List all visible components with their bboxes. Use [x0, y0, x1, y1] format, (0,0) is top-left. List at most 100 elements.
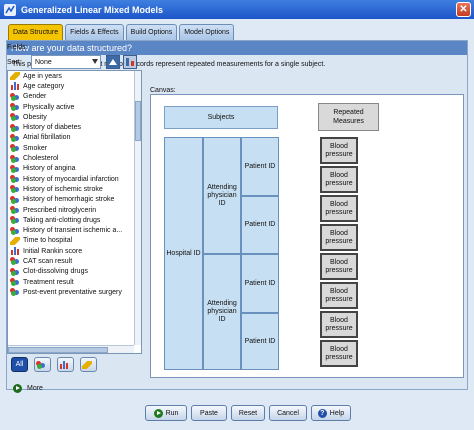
subject-physician-id[interactable]: Attending physician ID — [203, 254, 241, 370]
nominal-icon — [10, 257, 20, 266]
field-list-item[interactable]: Physically active — [8, 102, 141, 112]
sort-value: None — [35, 58, 52, 66]
field-label: History of transient ischemic a... — [23, 227, 123, 235]
nominal-icon — [10, 185, 20, 194]
fields-horizontal-scrollbar[interactable] — [8, 345, 134, 353]
repeated-measure-item[interactable]: Blood pressure — [320, 137, 358, 164]
ordinal-icon — [10, 82, 20, 91]
field-list-item[interactable]: Gender — [8, 92, 141, 102]
sort-label: Sort: — [7, 59, 22, 66]
sort-ascending-button[interactable] — [106, 55, 120, 69]
field-list-item[interactable]: History of hemorrhagic stroke — [8, 195, 141, 205]
tab-model-options[interactable]: Model Options — [179, 24, 235, 40]
subject-patient-id[interactable]: Patient ID — [241, 254, 279, 313]
run-button[interactable]: Run — [145, 405, 187, 421]
repeated-measure-item[interactable]: Blood pressure — [320, 282, 358, 309]
field-label: Smoker — [23, 144, 48, 152]
field-list-item[interactable]: Time to hospital — [8, 236, 141, 246]
field-list-item[interactable]: Taking anti-clotting drugs — [8, 215, 141, 225]
filter-all-button[interactable]: All — [11, 357, 28, 372]
repeated-measure-item[interactable]: Blood pressure — [320, 195, 358, 222]
sort-options-button[interactable] — [123, 55, 137, 69]
field-list-item[interactable]: Age in years — [8, 71, 141, 81]
subject-patient-id[interactable]: Patient ID — [241, 196, 279, 254]
field-list-item[interactable]: History of transient ischemic a... — [8, 225, 141, 235]
filter-scale-button[interactable] — [80, 357, 97, 372]
field-list-item[interactable]: Age category — [8, 81, 141, 91]
section-question: How are your data structured? — [7, 41, 467, 55]
tab-fields-effects[interactable]: Fields & Effects — [65, 24, 124, 40]
field-label: History of myocardial infarction — [23, 175, 119, 183]
cancel-button[interactable]: Cancel — [269, 405, 307, 421]
fields-vertical-scrollbar[interactable] — [134, 71, 141, 345]
arrow-up-icon — [109, 59, 117, 65]
more-label: More — [27, 385, 43, 392]
nominal-icon — [10, 195, 20, 204]
help-button[interactable]: ? Help — [311, 405, 351, 421]
field-list-item[interactable]: Post-event preventative surgery — [8, 287, 141, 297]
scroll-thumb[interactable] — [135, 101, 141, 141]
filter-nominal-button[interactable] — [34, 357, 51, 372]
window-title: Generalized Linear Mixed Models — [21, 4, 164, 15]
field-label: Obesity — [23, 113, 47, 121]
repeated-measure-item[interactable]: Blood pressure — [320, 340, 358, 367]
field-label: Treatment result — [23, 278, 74, 286]
tab-data-structure[interactable]: Data Structure — [8, 24, 64, 40]
field-label: Age in years — [23, 72, 62, 80]
field-label: History of hemorrhagic stroke — [23, 196, 115, 204]
field-label: History of angina — [23, 165, 76, 173]
field-label: Taking anti-clotting drugs — [23, 216, 101, 224]
tab-build-options[interactable]: Build Options — [125, 24, 178, 40]
nominal-icon — [10, 133, 20, 142]
nominal-icon — [10, 267, 20, 276]
nominal-icon — [10, 113, 20, 122]
field-label: History of diabetes — [23, 124, 81, 132]
field-label: Time to hospital — [23, 237, 73, 245]
nominal-icon — [10, 175, 20, 184]
field-list-item[interactable]: Clot-dissolving drugs — [8, 267, 141, 277]
subject-physician-id[interactable]: Attending physician ID — [203, 137, 241, 254]
sort-dropdown[interactable]: None — [31, 55, 101, 69]
field-list-item[interactable]: History of myocardial infarction — [8, 174, 141, 184]
more-toggle[interactable]: More — [13, 384, 43, 393]
nominal-icon — [10, 123, 20, 132]
field-label: History of ischemic stroke — [23, 185, 103, 193]
close-icon[interactable]: ✕ — [456, 2, 471, 17]
field-label: Gender — [23, 93, 47, 101]
repeated-measure-item[interactable]: Blood pressure — [320, 224, 358, 251]
field-list-item[interactable]: CAT scan result — [8, 256, 141, 266]
subject-patient-id[interactable]: Patient ID — [241, 137, 279, 196]
field-label: Post-event preventative surgery — [23, 288, 122, 296]
fields-list[interactable]: Age in years Age category Gender Physically… — [7, 70, 142, 354]
dialog-buttons: Run Paste Reset Cancel ? Help — [145, 405, 351, 421]
repeated-measure-item[interactable]: Blood pressure — [320, 311, 358, 338]
structure-canvas[interactable]: Subjects Repeated Measures Hospital ID A… — [150, 94, 464, 378]
field-list-item[interactable]: History of diabetes — [8, 122, 141, 132]
field-label: Physically active — [23, 103, 75, 111]
field-list-item[interactable]: Initial Rankin score — [8, 246, 141, 256]
sort-icon — [126, 58, 134, 66]
scale-filter-icon — [82, 360, 92, 369]
help-icon: ? — [317, 408, 327, 418]
subject-hospital-id[interactable]: Hospital ID — [164, 137, 203, 370]
field-list-item[interactable]: History of ischemic stroke — [8, 184, 141, 194]
field-list-item[interactable]: Obesity — [8, 112, 141, 122]
repeated-measure-item[interactable]: Blood pressure — [320, 253, 358, 280]
nominal-icon — [10, 288, 20, 297]
field-list-item[interactable]: Cholesterol — [8, 153, 141, 163]
field-list-item[interactable]: Prescribed nitroglycerin — [8, 205, 141, 215]
scroll-thumb[interactable] — [8, 347, 108, 353]
field-list-item[interactable]: Atrial fibrillation — [8, 133, 141, 143]
field-list-item[interactable]: History of angina — [8, 164, 141, 174]
nominal-icon — [10, 206, 20, 214]
reset-button[interactable]: Reset — [231, 405, 265, 421]
paste-button[interactable]: Paste — [191, 405, 227, 421]
repeated-measure-item[interactable]: Blood pressure — [320, 166, 358, 193]
field-list-item[interactable]: Smoker — [8, 143, 141, 153]
field-label: Age category — [23, 82, 65, 90]
field-list-item[interactable]: Treatment result — [8, 277, 141, 287]
filter-ordinal-button[interactable] — [57, 357, 74, 372]
field-label: CAT scan result — [23, 257, 73, 265]
subject-patient-id[interactable]: Patient ID — [241, 313, 279, 370]
nominal-icon — [10, 92, 20, 101]
